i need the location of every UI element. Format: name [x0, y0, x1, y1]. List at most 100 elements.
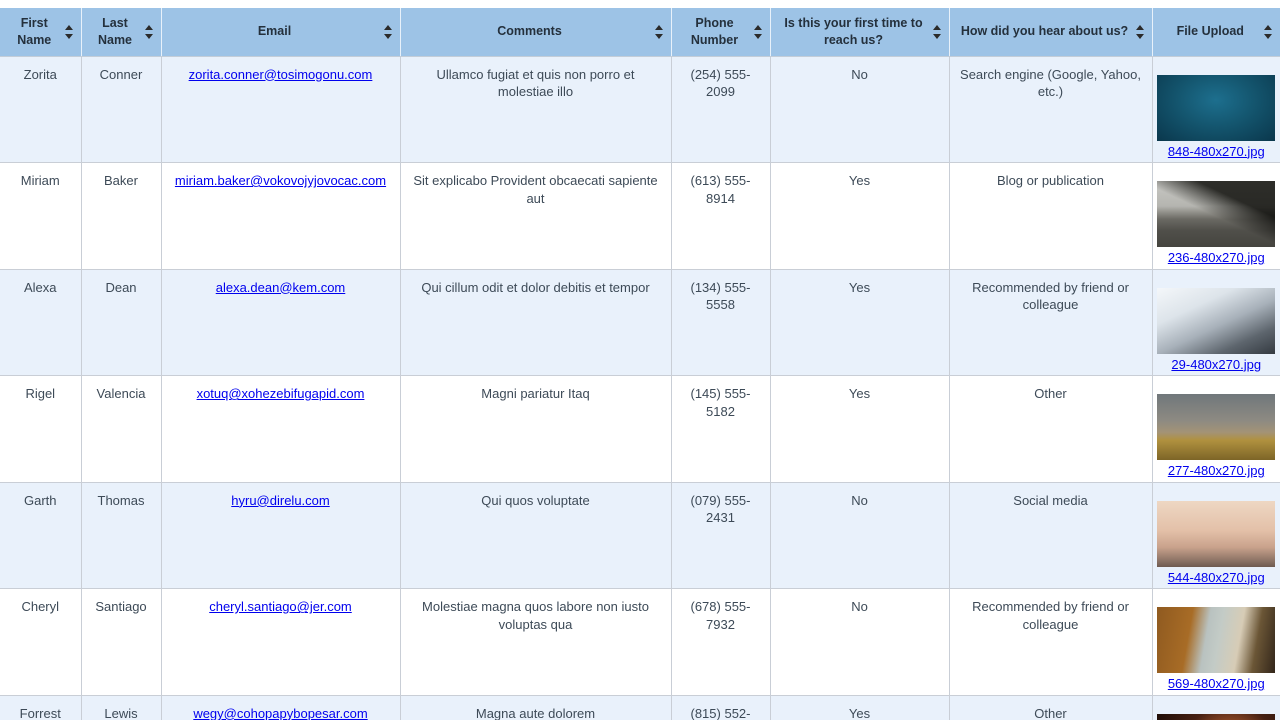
cell-email: hyru@direlu.com: [160, 482, 400, 590]
column-header-first-name[interactable]: First Name: [0, 8, 81, 57]
cell-heard-from: Recommended by friend or colleague: [948, 588, 1152, 696]
table-header: First Name Last Name Email Comments Phon…: [0, 8, 1280, 57]
cell-first-name: Miriam: [0, 162, 81, 270]
cell-first-time: Yes: [769, 375, 949, 483]
cell-email: wegy@cohopapybopesar.com: [160, 695, 400, 720]
email-link[interactable]: cheryl.santiago@jer.com: [209, 599, 352, 614]
email-link[interactable]: alexa.dean@kem.com: [216, 280, 346, 295]
cell-phone: (678) 555-7932: [670, 588, 770, 696]
cell-first-time: No: [769, 588, 949, 696]
cell-file-upload: 848-480x270.jpg: [1151, 56, 1280, 164]
cell-email: cheryl.santiago@jer.com: [160, 588, 400, 696]
column-header-email[interactable]: Email: [160, 8, 400, 57]
column-label: Phone Number: [690, 15, 739, 47]
file-thumbnail[interactable]: [1157, 713, 1276, 720]
cell-first-name: Rigel: [0, 375, 81, 483]
cell-file-upload: 29-480x270.jpg: [1151, 269, 1280, 377]
cell-comments: Molestiae magna quos labore non iusto vo…: [399, 588, 671, 696]
cell-first-name: Zorita: [0, 56, 81, 164]
column-header-phone-number[interactable]: Phone Number: [670, 8, 770, 57]
cell-last-name: Lewis: [80, 695, 161, 720]
file-thumbnail[interactable]: [1157, 74, 1276, 141]
cell-first-name: Garth: [0, 482, 81, 590]
table-row: Rigel Valencia xotuq@xohezebifugapid.com…: [0, 375, 1280, 483]
cell-first-name: Cheryl: [0, 588, 81, 696]
column-header-comments[interactable]: Comments: [399, 8, 671, 57]
cell-file-upload: 236-480x270.jpg: [1151, 162, 1280, 270]
sort-icon[interactable]: [144, 24, 154, 40]
table-row: Cheryl Santiago cheryl.santiago@jer.com …: [0, 588, 1280, 696]
sort-icon[interactable]: [753, 24, 763, 40]
cell-comments: Ullamco fugiat et quis non porro et mole…: [399, 56, 671, 164]
file-link[interactable]: 544-480x270.jpg: [1168, 570, 1265, 585]
sort-icon[interactable]: [932, 24, 942, 40]
cell-first-name: Alexa: [0, 269, 81, 377]
file-link[interactable]: 569-480x270.jpg: [1168, 676, 1265, 691]
cell-file-upload: 569-480x270.jpg: [1151, 588, 1280, 696]
cell-file-upload: 544-480x270.jpg: [1151, 482, 1280, 590]
cell-heard-from: Search engine (Google, Yahoo, etc.): [948, 56, 1152, 164]
cell-last-name: Dean: [80, 269, 161, 377]
column-label: How did you hear about us?: [960, 24, 1129, 39]
cell-comments: Qui quos voluptate: [399, 482, 671, 590]
sort-icon[interactable]: [654, 24, 664, 40]
cell-heard-from: Other: [948, 695, 1152, 720]
cell-last-name: Valencia: [80, 375, 161, 483]
column-label: Comments: [497, 24, 562, 39]
email-link[interactable]: hyru@direlu.com: [231, 493, 329, 508]
file-link[interactable]: 29-480x270.jpg: [1171, 357, 1261, 372]
file-thumbnail[interactable]: [1157, 287, 1276, 354]
cell-email: miriam.baker@vokovojyjovocac.com: [160, 162, 400, 270]
table-row: Alexa Dean alexa.dean@kem.com Qui cillum…: [0, 269, 1280, 377]
cell-comments: Magna aute dolorem: [399, 695, 671, 720]
file-thumbnail[interactable]: [1157, 607, 1276, 674]
column-header-first-time[interactable]: Is this your first time to reach us?: [769, 8, 949, 57]
file-thumbnail[interactable]: [1157, 181, 1276, 248]
cell-phone: (079) 555-2431: [670, 482, 770, 590]
column-header-last-name[interactable]: Last Name: [80, 8, 161, 57]
sort-icon[interactable]: [1135, 24, 1145, 40]
column-label: First Name: [17, 15, 52, 47]
column-header-how-did-you-hear[interactable]: How did you hear about us?: [948, 8, 1152, 57]
column-label: Last Name: [97, 15, 133, 47]
cell-last-name: Santiago: [80, 588, 161, 696]
cell-heard-from: Recommended by friend or colleague: [948, 269, 1152, 377]
cell-phone: (613) 555-8914: [670, 162, 770, 270]
file-link[interactable]: 277-480x270.jpg: [1168, 463, 1265, 478]
cell-comments: Magni pariatur Itaq: [399, 375, 671, 483]
cell-last-name: Thomas: [80, 482, 161, 590]
table-row: Zorita Conner zorita.conner@tosimogonu.c…: [0, 56, 1280, 164]
cell-first-time: Yes: [769, 695, 949, 720]
email-link[interactable]: xotuq@xohezebifugapid.com: [197, 386, 365, 401]
cell-email: alexa.dean@kem.com: [160, 269, 400, 377]
cell-email: zorita.conner@tosimogonu.com: [160, 56, 400, 164]
cell-email: xotuq@xohezebifugapid.com: [160, 375, 400, 483]
cell-phone: (134) 555-5558: [670, 269, 770, 377]
cell-comments: Sit explicabo Provident obcaecati sapien…: [399, 162, 671, 270]
cell-first-time: No: [769, 482, 949, 590]
file-thumbnail[interactable]: [1157, 394, 1276, 461]
file-link[interactable]: 236-480x270.jpg: [1168, 250, 1265, 265]
header-row: First Name Last Name Email Comments Phon…: [0, 8, 1280, 57]
cell-last-name: Conner: [80, 56, 161, 164]
cell-first-name: Forrest: [0, 695, 81, 720]
cell-phone: (815) 552-2739: [670, 695, 770, 720]
email-link[interactable]: wegy@cohopapybopesar.com: [193, 706, 367, 720]
cell-last-name: Baker: [80, 162, 161, 270]
cell-phone: (254) 555-2099: [670, 56, 770, 164]
table-row: Forrest Lewis wegy@cohopapybopesar.com M…: [0, 695, 1280, 720]
file-thumbnail[interactable]: [1157, 500, 1276, 567]
sort-icon[interactable]: [383, 24, 393, 40]
email-link[interactable]: zorita.conner@tosimogonu.com: [189, 67, 373, 82]
sort-icon[interactable]: [64, 24, 74, 40]
sort-icon[interactable]: [1264, 24, 1273, 40]
cell-file-upload: 277-480x270.jpg: [1151, 375, 1280, 483]
cell-heard-from: Other: [948, 375, 1152, 483]
cell-first-time: No: [769, 56, 949, 164]
column-label: Is this your first time to reach us?: [784, 15, 923, 47]
table-row: Garth Thomas hyru@direlu.com Qui quos vo…: [0, 482, 1280, 590]
file-link[interactable]: 848-480x270.jpg: [1168, 144, 1265, 159]
column-header-file-upload[interactable]: File Upload: [1151, 8, 1280, 57]
submissions-table: First Name Last Name Email Comments Phon…: [0, 8, 1280, 720]
email-link[interactable]: miriam.baker@vokovojyjovocac.com: [175, 173, 386, 188]
